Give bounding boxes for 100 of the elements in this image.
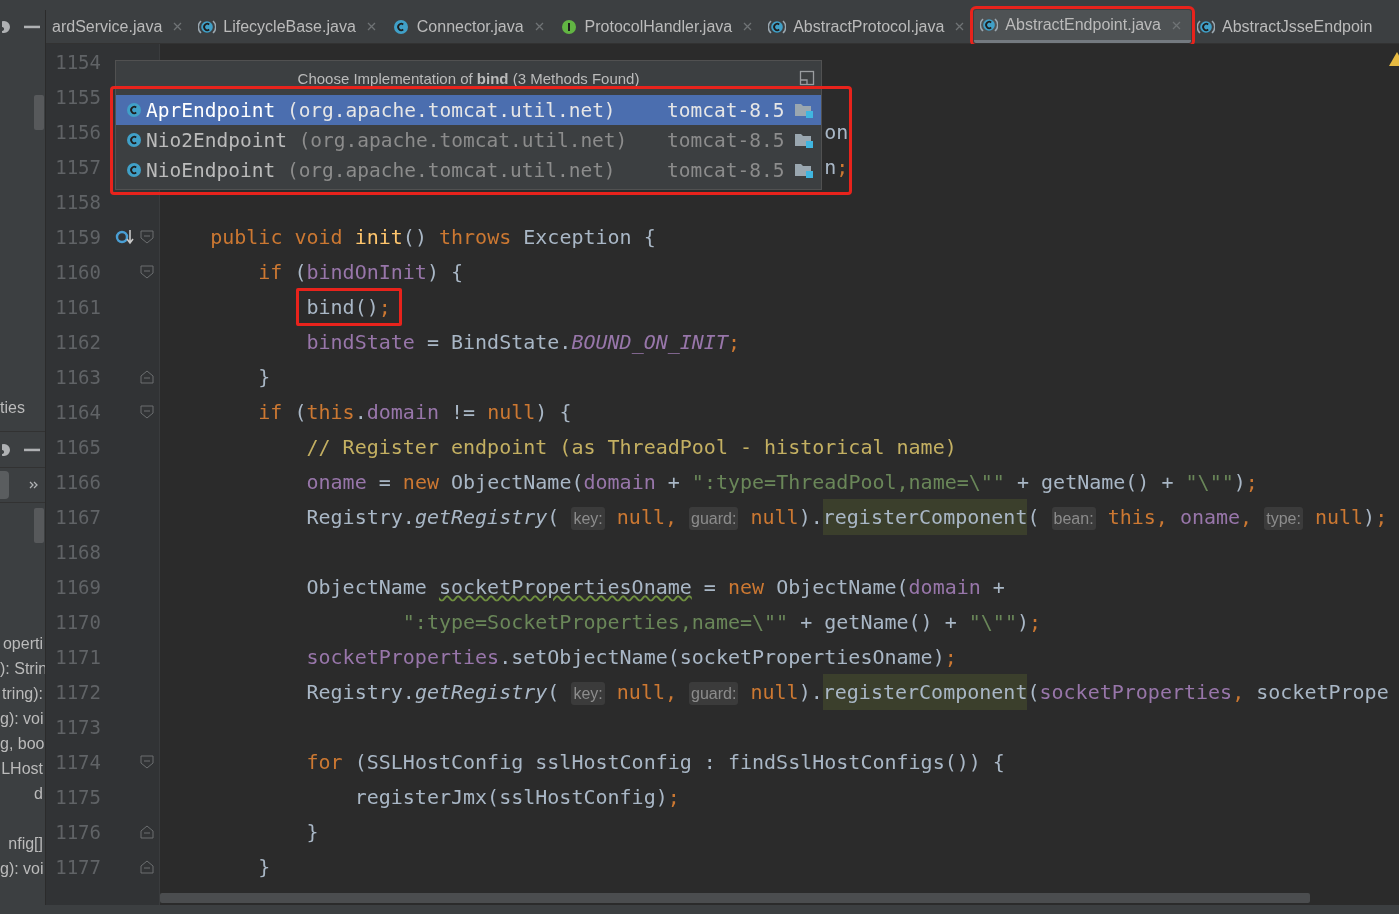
- fold-icon[interactable]: [140, 824, 154, 839]
- code-text: ObjectName: [306, 574, 428, 599]
- code-text: + getName() +: [1015, 469, 1175, 494]
- code-string: "\"": [968, 609, 1017, 634]
- code-text: }: [258, 854, 271, 879]
- gear-icon[interactable]: [2, 20, 12, 34]
- code-text: + getName() +: [799, 609, 958, 634]
- close-icon[interactable]: [534, 22, 544, 31]
- code-keyword: ;: [836, 154, 849, 179]
- parameter-hint: guard:: [689, 506, 739, 530]
- code-text: (: [294, 399, 307, 424]
- parameter-hint: type:: [1264, 506, 1303, 530]
- tree-item-label[interactable]: tring):: [2, 685, 43, 702]
- code-text: ).: [798, 679, 823, 704]
- close-icon[interactable]: [1172, 20, 1181, 30]
- code-keyword: new: [727, 574, 766, 599]
- code-keyword: ;: [378, 294, 391, 319]
- fold-icon[interactable]: [140, 754, 154, 769]
- tree-item-label[interactable]: nfig[]: [8, 835, 43, 852]
- code-text: ) {: [426, 259, 464, 284]
- toolbar-button[interactable]: [0, 471, 9, 499]
- code-keyword: null,: [615, 679, 678, 704]
- code-field: socketProperties: [1039, 679, 1233, 704]
- editor-tab[interactable]: ardService.java: [46, 10, 193, 43]
- gear-icon[interactable]: [2, 442, 12, 457]
- tree-item-label[interactable]: g, boo: [0, 735, 45, 752]
- code-method-call: getRegistry: [414, 679, 548, 704]
- fold-icon[interactable]: [140, 229, 154, 244]
- implementation-item[interactable]: Nio2Endpoint (org.apache.tomcat.util.net) tomcat-8.5: [116, 125, 821, 155]
- code-method-call: getRegistry: [414, 504, 548, 529]
- tree-item-label[interactable]: g): voi: [0, 860, 44, 877]
- code-text: =: [377, 469, 392, 494]
- code-method-call: registerComponent: [822, 498, 1028, 535]
- tree-item-label[interactable]: operti: [2, 635, 43, 652]
- class-icon: [125, 101, 143, 119]
- code-text: }: [258, 364, 271, 389]
- code-field: domain: [908, 574, 981, 599]
- code-text: = BindState.: [425, 329, 572, 354]
- code-keyword: null: [749, 679, 799, 704]
- scrollbar-thumb[interactable]: [34, 508, 44, 543]
- code-text: (SSLHostConfig sslHostConfig : findSslHostConfigs()) {: [354, 749, 1005, 774]
- fold-icon[interactable]: [140, 369, 154, 384]
- code-text: on: [824, 119, 849, 144]
- code-text: (: [547, 504, 561, 529]
- implementation-item[interactable]: NioEndpoint (org.apache.tomcat.util.net) tomcat-8.5: [116, 155, 821, 185]
- code-field: oname: [306, 469, 367, 494]
- popup-title: Choose Implementation of bind (3 Methods Found): [297, 69, 640, 87]
- tree-item-label[interactable]: d: [34, 785, 43, 802]
- implementation-item[interactable]: AprEndpoint (org.apache.tomcat.util.net) tomcat-8.5: [116, 95, 821, 125]
- close-icon[interactable]: [955, 22, 965, 31]
- code-text: ): [1363, 504, 1376, 529]
- fold-icon[interactable]: [140, 264, 154, 279]
- code-text: Registry.: [306, 504, 415, 529]
- parameter-hint: key:: [571, 506, 605, 530]
- code-method-call: registerComponent: [822, 673, 1028, 710]
- code-keyword: new: [402, 469, 440, 494]
- code-field: domain: [366, 399, 439, 424]
- horizontal-scrollbar[interactable]: [160, 893, 1310, 903]
- code-keyword: ,: [1232, 679, 1246, 704]
- fold-icon[interactable]: [140, 859, 154, 874]
- implementations-marker-icon[interactable]: [115, 227, 135, 246]
- code-keyword: ,: [1240, 504, 1254, 529]
- close-icon[interactable]: [366, 22, 376, 31]
- code-keyword: ;: [667, 784, 680, 809]
- pin-icon[interactable]: [799, 70, 815, 86]
- parameter-hint: key:: [571, 681, 605, 705]
- minimize-icon[interactable]: [24, 25, 40, 29]
- tree-item-label[interactable]: g): voi: [0, 710, 44, 727]
- code-keyword: throws: [438, 224, 513, 249]
- code-text: ).: [798, 504, 823, 529]
- minimize-icon[interactable]: [24, 447, 40, 452]
- code-keyword: null: [1313, 504, 1364, 529]
- class-icon: [125, 161, 143, 179]
- code-keyword: ;: [944, 644, 957, 669]
- module-folder-icon: [794, 161, 814, 179]
- editor-tab[interactable]: ProtocolHandler.java: [553, 10, 763, 43]
- fold-icon[interactable]: [140, 404, 154, 419]
- scrollbar-thumb[interactable]: [34, 95, 44, 130]
- chevron-double-icon[interactable]: [29, 481, 39, 489]
- editor-tab[interactable]: Connector.java: [385, 10, 554, 43]
- close-icon[interactable]: [743, 22, 753, 31]
- code-text: (: [547, 679, 561, 704]
- code-keyword: null,: [615, 504, 678, 529]
- code-text: socketPrope: [1256, 679, 1389, 704]
- code-field: bindState: [306, 329, 415, 354]
- code-text: (: [1027, 504, 1041, 529]
- tree-item-label[interactable]: LHost: [1, 760, 43, 777]
- editor-tab[interactable]: AbstractJsseEndpoin: [1191, 10, 1383, 43]
- editor-tab[interactable]: LifecycleBase.java: [192, 10, 386, 43]
- code-keyword: this: [306, 399, 355, 424]
- code-field: domain: [583, 469, 656, 494]
- code-keyword: ;: [1245, 469, 1258, 494]
- code-text: socketPropertiesOname: [438, 574, 692, 599]
- parameter-hint: guard:: [689, 681, 739, 705]
- code-method: init: [354, 224, 403, 249]
- code-text: ): [1233, 469, 1246, 494]
- editor-tab[interactable]: AbstractProtocol.java: [762, 10, 975, 43]
- close-icon[interactable]: [173, 22, 183, 31]
- tree-item-label[interactable]: ties: [0, 399, 25, 416]
- code-text: }: [306, 819, 319, 844]
